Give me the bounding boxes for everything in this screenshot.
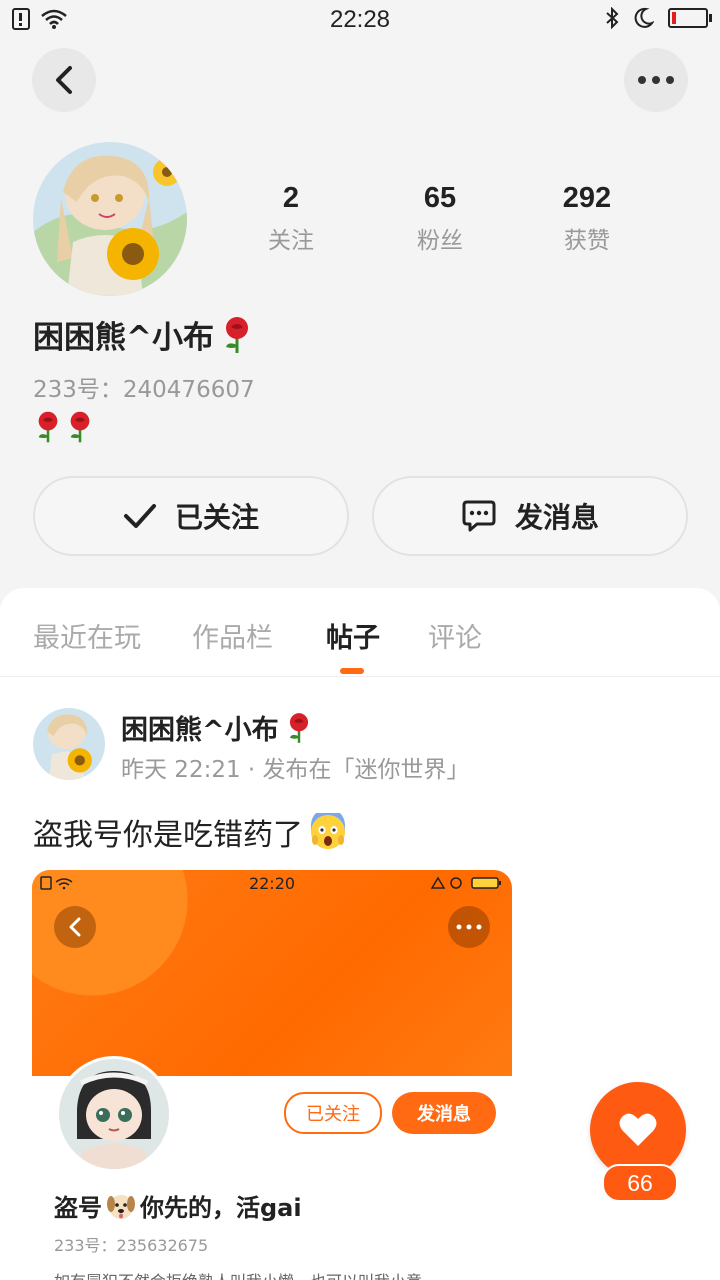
post-meta: 昨天 22:21 · 发布在「迷你世界」: [121, 757, 470, 783]
tab-comments[interactable]: 评论: [428, 616, 482, 655]
tab-posts[interactable]: 帖子: [326, 616, 380, 655]
more-button[interactable]: [624, 48, 688, 112]
post-author-name[interactable]: 困困熊^小布: [121, 708, 313, 747]
moon-icon: [634, 7, 654, 28]
stat-likes[interactable]: 292 获赞: [527, 182, 647, 255]
following-label: 关注: [268, 228, 314, 254]
more-icon: [456, 924, 482, 930]
back-button[interactable]: [32, 48, 96, 112]
check-icon: [123, 504, 156, 528]
post-image-name-part1: 盗号: [54, 1194, 102, 1222]
followed-button[interactable]: 已关注: [33, 476, 349, 556]
chat-bubble-icon: [462, 500, 496, 532]
post-image-more-button: [448, 906, 490, 948]
status-bar: 22:28: [0, 0, 720, 40]
rose-icon: [289, 712, 308, 743]
stat-following[interactable]: 2 关注: [231, 182, 351, 255]
profile-name-text: 困困熊^小布: [33, 320, 214, 356]
battery-icon: [668, 8, 712, 28]
post-image-bio: 如有冒犯不然会拒绝熟人叫我小懒，也可以叫我小意: [54, 1268, 422, 1280]
rose-icon: [225, 316, 248, 353]
profile-bio: [33, 410, 95, 444]
rose-icon: [38, 411, 58, 443]
followed-button-label: 已关注: [174, 501, 259, 534]
back-arrow-icon: [56, 66, 72, 94]
profile-name: 困困熊^小布: [33, 312, 254, 357]
sim-icon: [40, 876, 73, 890]
like-count: 66: [602, 1164, 678, 1202]
post-image-followed-button: 已关注: [284, 1092, 382, 1134]
message-button[interactable]: 发消息: [372, 476, 688, 556]
following-count: 2: [282, 182, 300, 214]
dog-emoji-icon: [107, 1194, 135, 1219]
profile-avatar[interactable]: [33, 142, 187, 296]
battery-icon: [430, 876, 501, 889]
heart-icon: [619, 1113, 657, 1146]
post-image-message-button: 发消息: [392, 1092, 496, 1134]
post-image[interactable]: 22:20 已关注 发消息 盗号 你先的，活gai 233号：235632675: [32, 870, 512, 1280]
post-image-name-part2: 你先的，活gai: [140, 1194, 302, 1222]
post-text-body: 盗我号你是吃错药了: [33, 818, 303, 853]
more-icon: [638, 76, 674, 84]
post-author-avatar[interactable]: [33, 708, 105, 780]
profile-id: 233号：240476607: [33, 377, 255, 403]
post-image-back-button: [54, 906, 96, 948]
rose-icon: [70, 411, 90, 443]
likes-received-label: 获赞: [564, 228, 610, 254]
back-arrow-icon: [69, 917, 81, 937]
followers-count: 65: [423, 182, 457, 214]
tab-bar: 最近在玩 作品栏 帖子 评论: [0, 588, 720, 677]
post-image-avatar: [56, 1056, 172, 1172]
tab-works[interactable]: 作品栏: [192, 616, 273, 655]
post-image-banner: [32, 870, 512, 1076]
stat-followers[interactable]: 65 粉丝: [380, 182, 500, 255]
post-image-name: 盗号 你先的，活gai: [54, 1188, 302, 1223]
post-image-id: 233号：235632675: [54, 1236, 209, 1255]
scream-emoji-icon: [311, 813, 345, 849]
bluetooth-icon: [606, 7, 619, 29]
followers-label: 粉丝: [417, 228, 463, 254]
tab-indicator: [340, 668, 364, 674]
post-text: 盗我号你是吃错药了: [33, 810, 347, 854]
tab-recently-played[interactable]: 最近在玩: [33, 616, 141, 655]
message-button-label: 发消息: [514, 501, 599, 534]
post-author-text: 困困熊^小布: [121, 715, 279, 746]
likes-received-count: 292: [562, 182, 612, 214]
